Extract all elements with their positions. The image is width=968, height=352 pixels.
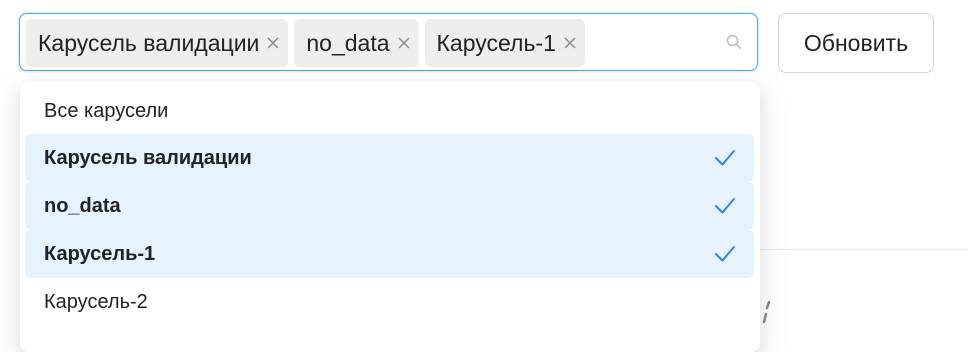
option-carousel-validation[interactable]: Карусель валидации <box>25 134 754 182</box>
tag-no-data: no_data <box>294 19 419 67</box>
option-carousel-2[interactable]: Карусель-2 <box>25 278 754 326</box>
close-icon[interactable] <box>395 34 413 52</box>
option-label: Карусель-1 <box>44 242 156 265</box>
option-no-data[interactable]: no_data <box>25 182 754 230</box>
check-icon <box>714 196 736 216</box>
option-all-carousels[interactable]: Все карусели <box>25 87 754 135</box>
refresh-button[interactable]: Обновить <box>778 13 934 73</box>
tag-carousel-1: Карусель-1 <box>424 19 585 67</box>
option-label: Карусель валидации <box>44 146 252 169</box>
option-carousel-1[interactable]: Карусель-1 <box>25 230 754 278</box>
carousel-select[interactable]: Карусель валидации no_data Карусель-1 <box>19 13 758 71</box>
carousel-dropdown: Все карусели Карусель валидации no_data … <box>20 82 760 352</box>
tag-label: no_data <box>306 29 390 56</box>
option-label: Карусель-2 <box>44 290 148 313</box>
option-label: no_data <box>44 194 121 217</box>
tag-carousel-validation: Карусель валидации <box>26 19 289 67</box>
close-icon[interactable] <box>264 34 282 52</box>
search-icon <box>725 33 743 51</box>
partial-icon <box>760 300 772 330</box>
tag-label: Карусель валидации <box>38 29 260 56</box>
selected-tags: Карусель валидации no_data Карусель-1 <box>26 19 585 67</box>
check-icon <box>714 148 736 168</box>
tag-label: Карусель-1 <box>436 29 556 56</box>
check-icon <box>714 244 736 264</box>
option-label: Все карусели <box>44 99 169 122</box>
close-icon[interactable] <box>561 34 579 52</box>
divider <box>760 249 968 250</box>
